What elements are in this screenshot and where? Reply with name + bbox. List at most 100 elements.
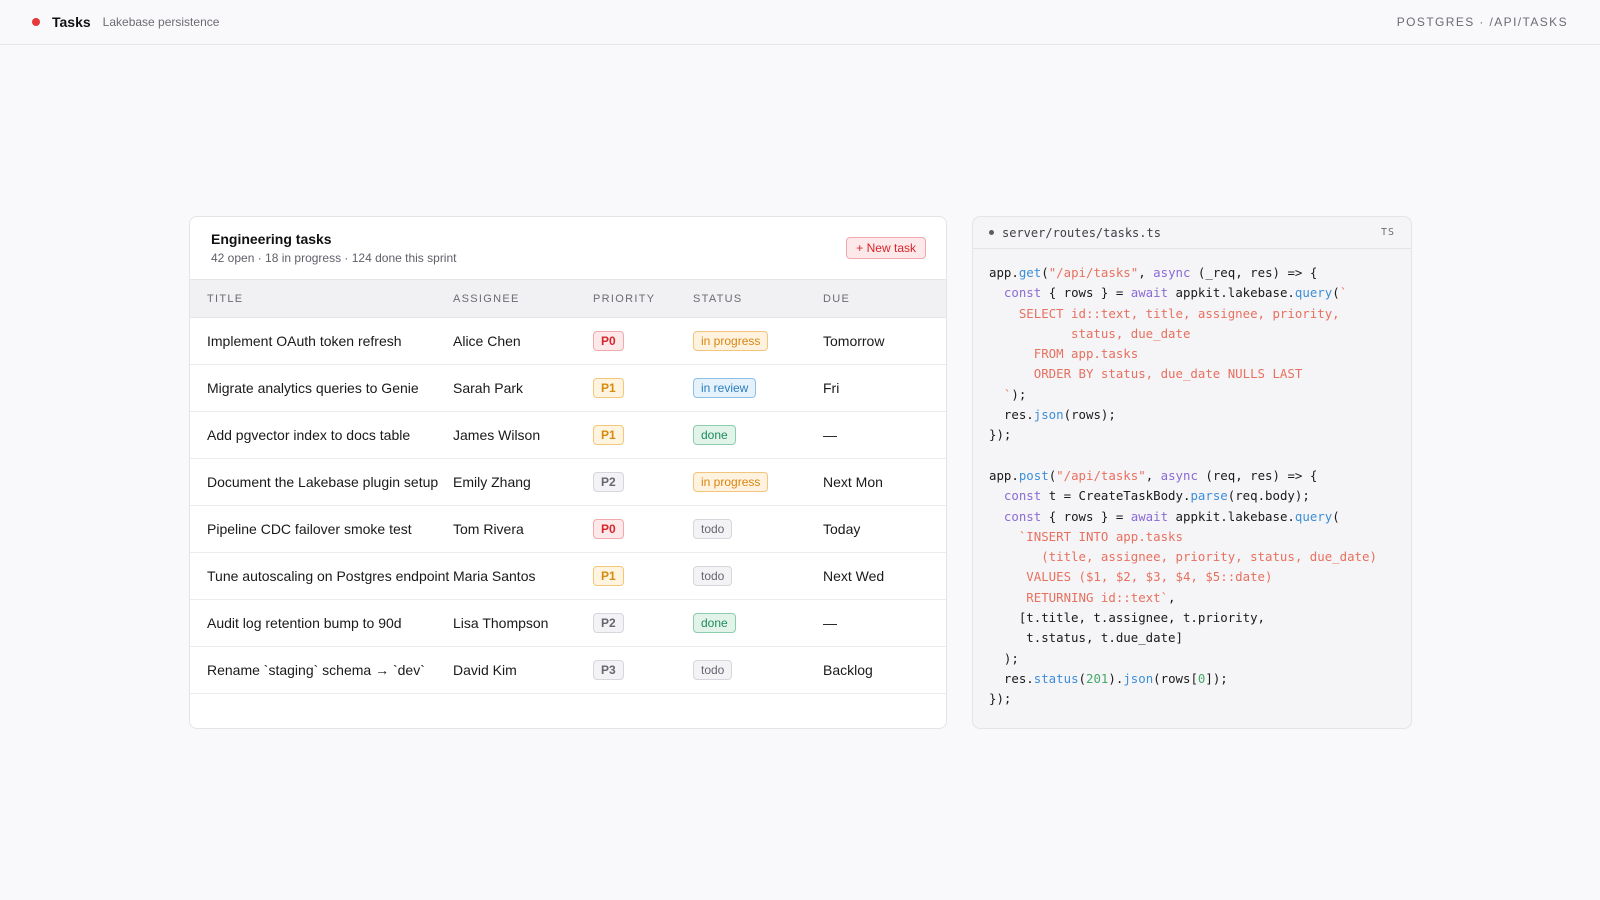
code-token: (rows); [1063, 407, 1116, 423]
status-badge: todo [693, 660, 733, 680]
code-token: ( [1041, 265, 1049, 280]
priority-badge: P3 [593, 660, 624, 680]
endpoint-label: POSTGRES · /API/TASKS [1396, 15, 1568, 29]
code-token: "/api/tasks" [1056, 467, 1146, 483]
table-row[interactable]: Document the Lakebase plugin setup Emily … [190, 459, 946, 506]
task-due-cell: Next Wed [811, 553, 946, 600]
task-due: Fri [823, 380, 840, 396]
tasks-card-header: Engineering tasks 42 open · 18 in progre… [190, 217, 946, 279]
task-title: Rename `staging` schema → `dev` [207, 662, 425, 678]
code-token: , [1145, 467, 1161, 483]
code-token: `INSERT INTO app.tasks [989, 528, 1183, 544]
task-title: Implement OAuth token refresh [207, 333, 402, 349]
tasks-card-title: Engineering tasks [211, 231, 332, 247]
priority-badge-cell: P3 [581, 647, 681, 694]
code-line: status, due_date [989, 324, 1411, 344]
priority-badge: P0 [593, 519, 624, 539]
code-line: const { rows } = await appkit.lakebase.q… [989, 507, 1411, 527]
priority-badge-cell: P1 [581, 412, 681, 459]
priority-badge-cell: P1 [581, 553, 681, 600]
status-badge: done [693, 425, 736, 445]
task-assignee-cell: Maria Santos [441, 553, 581, 600]
code-token: appkit.lakebase. [1168, 285, 1295, 301]
status-badge: todo [693, 566, 733, 586]
code-token: (req, res) => { [1197, 467, 1318, 483]
task-assignee-cell: Tom Rivera [441, 506, 581, 553]
table-row[interactable]: Pipeline CDC failover smoke test Tom Rive… [190, 506, 946, 553]
column-header-status[interactable]: STATUS [681, 280, 811, 318]
code-token: res. [989, 670, 1034, 686]
task-due: Tomorrow [823, 333, 885, 349]
code-line: app.get("/api/tasks", async (_req, res) … [989, 263, 1411, 283]
status-badge: in review [693, 378, 757, 398]
task-title-cell: Migrate analytics queries to Genie [190, 365, 441, 412]
code-line: const { rows } = await appkit.lakebase.q… [989, 283, 1411, 303]
task-due-cell: — [811, 412, 946, 459]
tasks-table: TITLE ASSIGNEE PRIORITY STATUS DUE Imple… [190, 279, 946, 694]
tasks-card: Engineering tasks 42 open · 18 in progre… [189, 216, 947, 729]
column-header-title[interactable]: TITLE [190, 280, 441, 318]
code-line: VALUES ($1, $2, $3, $4, $5::date) [989, 567, 1411, 587]
task-assignee: Lisa Thompson [453, 615, 549, 631]
task-due: Today [823, 521, 861, 537]
table-row[interactable]: Add pgvector index to docs table James Wi… [190, 412, 946, 459]
table-row[interactable]: Audit log retention bump to 90d Lisa Thom… [190, 600, 946, 647]
code-token: await [1130, 285, 1169, 301]
code-token: const [1003, 508, 1042, 524]
column-header-due[interactable]: DUE [811, 280, 946, 318]
task-assignee: Tom Rivera [453, 521, 524, 537]
task-assignee-cell: Lisa Thompson [441, 600, 581, 647]
code-line: }); [989, 425, 1411, 445]
task-assignee-cell: James Wilson [441, 412, 581, 459]
table-row[interactable]: Tune autoscaling on Postgres endpoint Mar… [190, 553, 946, 600]
priority-badge: P1 [593, 425, 624, 445]
code-token: res. [989, 407, 1034, 423]
code-token: json [1123, 670, 1154, 686]
status-badge-cell: todo [681, 553, 811, 600]
code-line: (title, assignee, priority, status, due_… [989, 547, 1411, 567]
table-row[interactable]: Migrate analytics queries to Genie Sarah … [190, 365, 946, 412]
status-badge-cell: in progress [681, 318, 811, 365]
priority-badge-cell: P1 [581, 365, 681, 412]
task-title-cell: Add pgvector index to docs table [190, 412, 441, 459]
status-badge: todo [693, 519, 733, 539]
code-token: t.status, t.due_date] [989, 630, 1183, 646]
code-token: (req.body); [1227, 488, 1310, 504]
table-row[interactable]: Rename `staging` schema → `dev` David Kim… [190, 647, 946, 694]
code-token: get [1018, 265, 1042, 280]
table-row[interactable]: Implement OAuth token refresh Alice Chen P… [190, 318, 946, 365]
code-token: { rows } = [1041, 285, 1131, 301]
priority-badge-cell: P2 [581, 459, 681, 506]
code-token: ( [1332, 285, 1340, 301]
task-due-cell: — [811, 600, 946, 647]
status-badge-cell: in review [681, 365, 811, 412]
code-line: ORDER BY status, due_date NULLS LAST [989, 364, 1411, 384]
task-assignee-cell: David Kim [441, 647, 581, 694]
column-header-assignee[interactable]: ASSIGNEE [441, 280, 581, 318]
task-due-cell: Next Mon [811, 459, 946, 506]
task-title: Add pgvector index to docs table [207, 427, 411, 443]
task-due: Backlog [823, 662, 873, 678]
priority-badge-cell: P0 [581, 506, 681, 553]
column-header-priority[interactable]: PRIORITY [581, 280, 681, 318]
code-line: app.post("/api/tasks", async (req, res) … [989, 466, 1411, 486]
code-line: `); [989, 385, 1411, 405]
task-due-cell: Today [811, 506, 946, 553]
task-title: Migrate analytics queries to Genie [207, 380, 419, 396]
code-token: (rows[ [1153, 670, 1198, 686]
code-token: t = CreateTaskBody. [1041, 488, 1191, 504]
code-token: ]); [1205, 670, 1228, 686]
code-token: { rows } = [1041, 508, 1131, 524]
code-token: async [1153, 265, 1191, 280]
code-line: RETURNING id::text`, [989, 588, 1411, 608]
task-assignee-cell: Alice Chen [441, 318, 581, 365]
priority-badge-cell: P0 [581, 318, 681, 365]
code-token: const [1003, 285, 1042, 301]
task-due: — [823, 615, 837, 631]
code-token: query [1294, 508, 1333, 524]
priority-badge: P2 [593, 472, 624, 492]
new-task-button[interactable]: + New task [846, 237, 926, 259]
task-title-cell: Tune autoscaling on Postgres endpoint [190, 553, 449, 600]
code-line: res.json(rows); [989, 405, 1411, 425]
tasks-summary: 42 open · 18 in progress · 124 done this… [211, 251, 457, 265]
